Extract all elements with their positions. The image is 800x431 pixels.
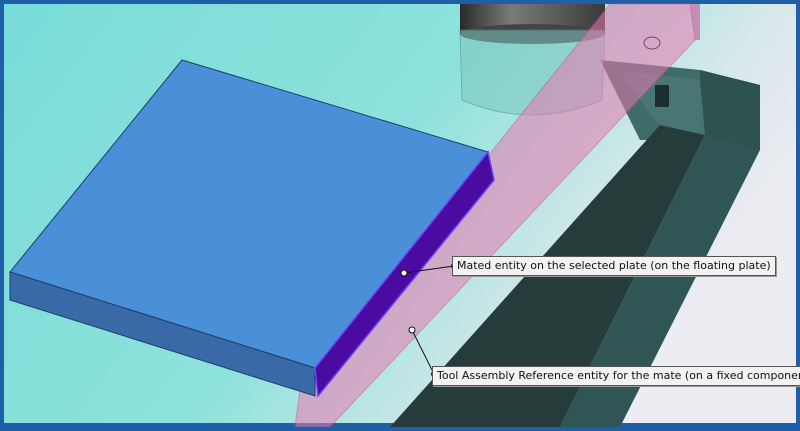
callout-tool-reference[interactable]: Tool Assembly Reference entity for the m…: [432, 366, 800, 386]
model-view-canvas[interactable]: [0, 0, 800, 428]
callout-mated-entity[interactable]: Mated entity on the selected plate (on t…: [452, 256, 776, 276]
graphics-viewport[interactable]: Mated entity on the selected plate (on t…: [0, 0, 800, 428]
